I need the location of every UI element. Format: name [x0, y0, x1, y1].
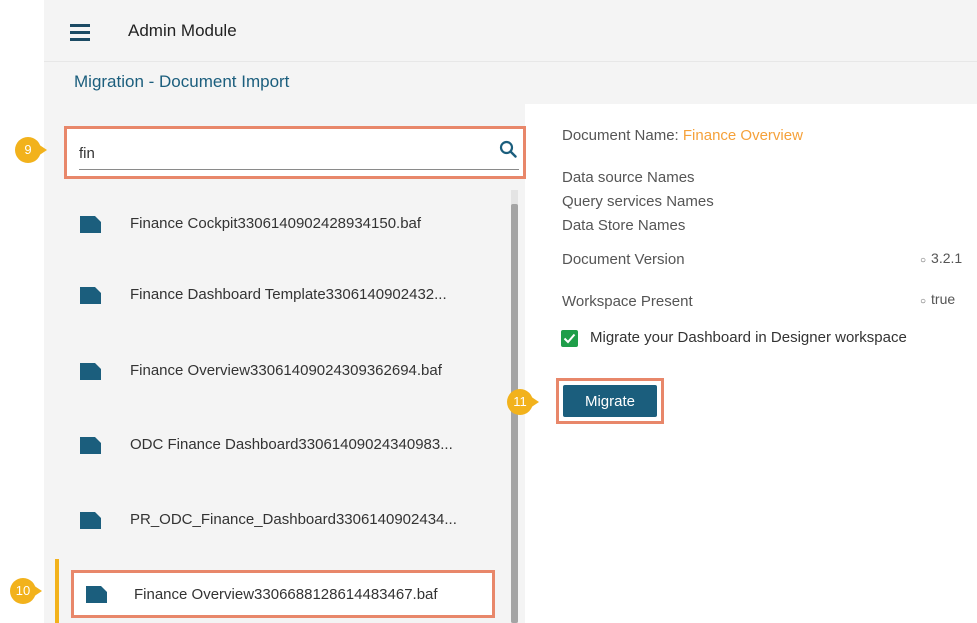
- callout-11: 11: [507, 389, 541, 415]
- file-list-item[interactable]: ODC Finance Dashboard33061409024340983..…: [64, 418, 504, 474]
- file-list-item[interactable]: Finance Overview33061409024309362694.baf: [64, 344, 504, 400]
- data-source-names: Data source Names: [562, 169, 695, 186]
- file-icon: [80, 287, 101, 304]
- callout-10-label: 10: [10, 578, 36, 604]
- file-icon: [80, 216, 101, 233]
- file-name: Finance Overview33061409024309362694.baf: [130, 362, 442, 379]
- document-version-value: ○ 3.2.1: [920, 250, 963, 266]
- file-name: ODC Finance Dashboard33061409024340983..…: [130, 436, 453, 453]
- migrate-workspace-label: Migrate your Dashboard in Designer works…: [590, 329, 907, 346]
- file-list-item[interactable]: Finance Dashboard Template3306140902432.…: [64, 268, 504, 324]
- selected-file-item[interactable]: Finance Overview3306688128614483467.baf: [71, 570, 495, 618]
- document-version-text: 3.2.1: [931, 250, 963, 266]
- file-list-item[interactable]: Finance Cockpit3306140902428934150.baf: [64, 197, 504, 253]
- document-name: Document Name: Finance Overview: [562, 127, 803, 144]
- file-name: Finance Overview3306688128614483467.baf: [134, 586, 438, 603]
- migrate-button[interactable]: Migrate: [563, 385, 657, 417]
- checkmark-icon: [563, 333, 576, 344]
- file-icon: [80, 363, 101, 380]
- file-name: Finance Cockpit3306140902428934150.baf: [130, 215, 422, 232]
- document-name-value: Finance Overview: [682, 127, 803, 144]
- breadcrumb: Migration - Document Import: [74, 72, 290, 91]
- callout-9: 9: [15, 137, 49, 163]
- file-name: PR_ODC_Finance_Dashboard3306140902434...: [130, 511, 457, 528]
- file-icon: [80, 437, 101, 454]
- hamburger-menu-icon[interactable]: [70, 24, 90, 41]
- selected-item-marker: [55, 559, 59, 623]
- callout-11-label: 11: [507, 389, 533, 415]
- search-icon[interactable]: [499, 140, 517, 158]
- search-underline: [79, 169, 519, 170]
- workspace-present-text: true: [931, 291, 956, 307]
- callout-10: 10: [10, 578, 44, 604]
- search-input[interactable]: [79, 140, 479, 166]
- workspace-present-value: ○ true: [920, 291, 956, 307]
- document-name-label: Document Name:: [562, 127, 679, 144]
- data-store-names: Data Store Names: [562, 217, 686, 234]
- callout-9-label: 9: [15, 137, 41, 163]
- migrate-button-highlight: Migrate: [556, 378, 664, 424]
- top-bar: Admin Module: [44, 0, 977, 62]
- workspace-present-label: Workspace Present: [562, 293, 693, 310]
- file-icon: [80, 512, 101, 529]
- search-box: [64, 126, 526, 179]
- migrate-workspace-checkbox[interactable]: [561, 330, 578, 347]
- file-name: Finance Dashboard Template3306140902432.…: [130, 286, 447, 303]
- file-list-item[interactable]: PR_ODC_Finance_Dashboard3306140902434...: [64, 493, 504, 549]
- query-services-names: Query services Names: [562, 193, 714, 210]
- file-icon: [86, 586, 107, 603]
- breadcrumb-bar: Migration - Document Import: [44, 62, 977, 104]
- document-version-label: Document Version: [562, 251, 685, 268]
- app-title: Admin Module: [128, 21, 237, 40]
